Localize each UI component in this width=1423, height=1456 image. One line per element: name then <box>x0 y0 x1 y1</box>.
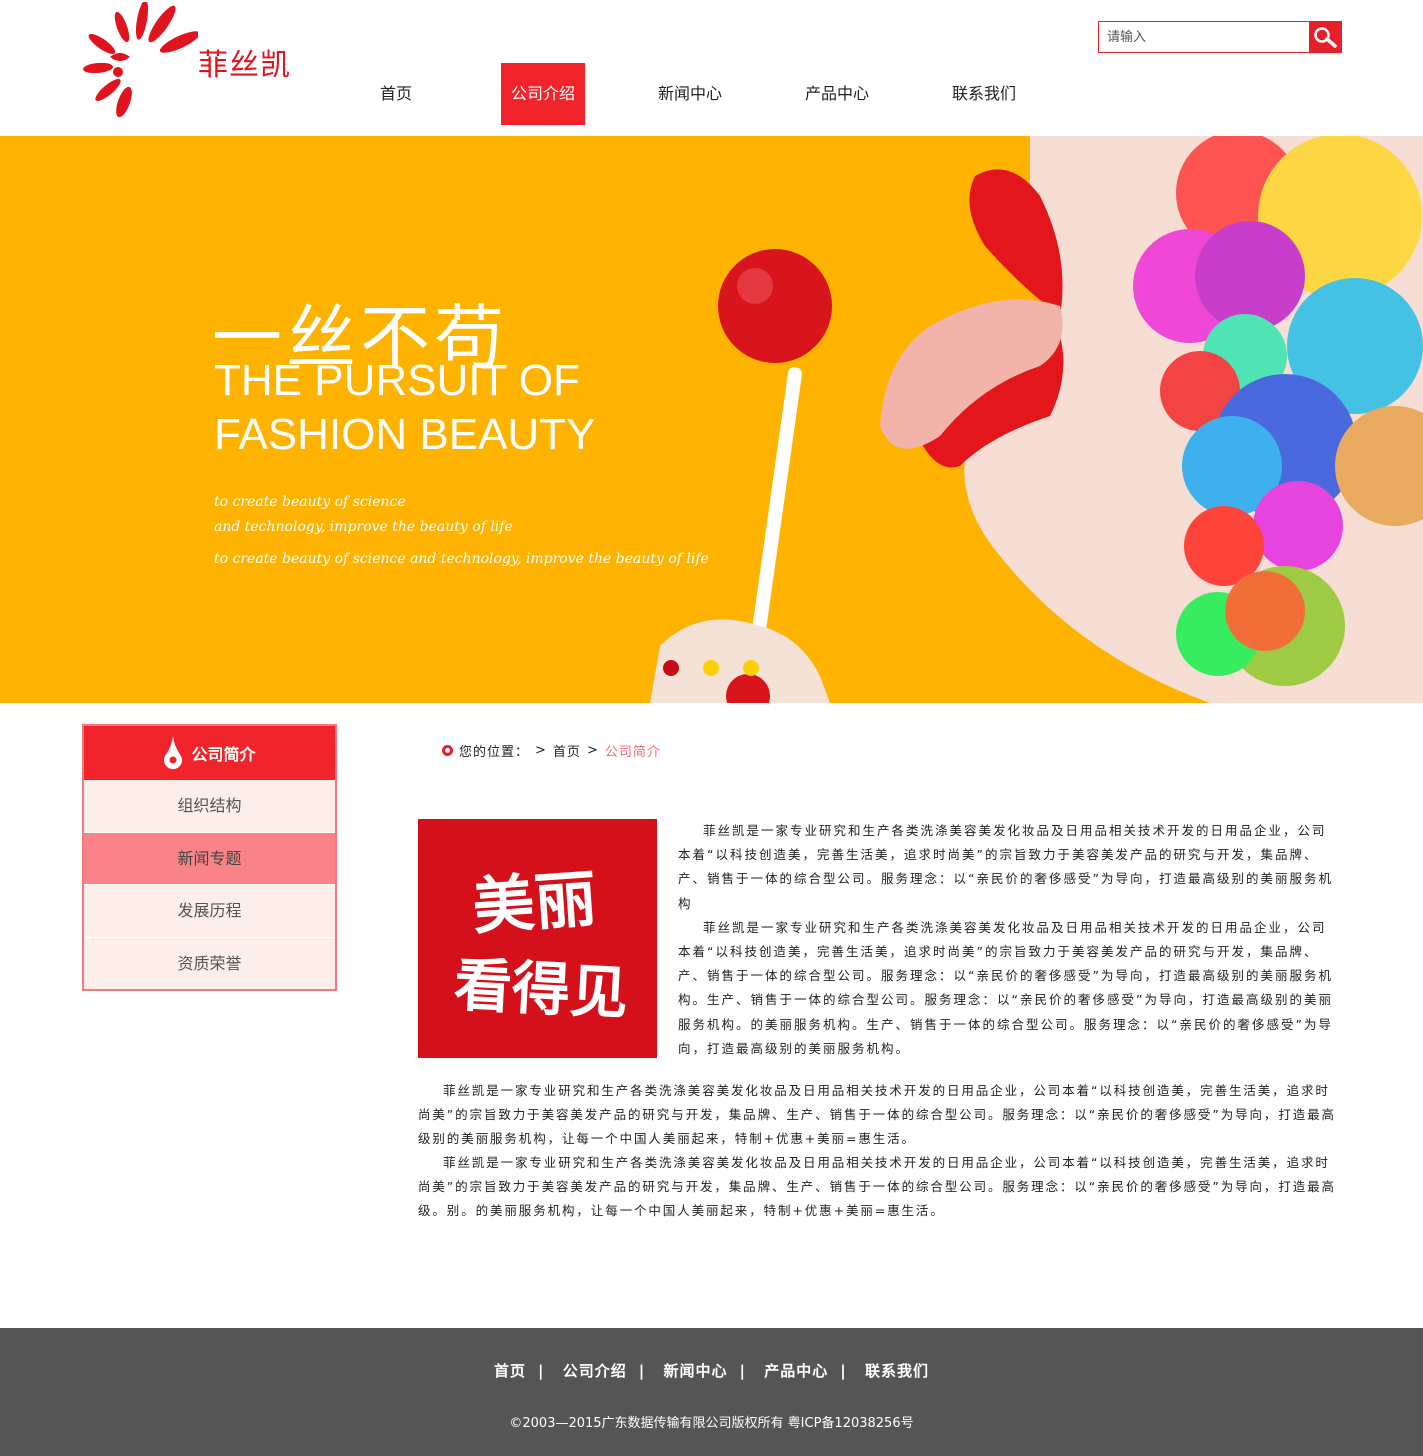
banner-dot-1[interactable] <box>663 660 679 676</box>
sidebar-title: 公司简介 <box>191 745 256 764</box>
intro-paragraph-2: 菲丝凯是一家专业研究和生产各类洗涤美容美发化妆品及日用品相关技术开发的日用品企业… <box>678 919 1333 1056</box>
search-button[interactable] <box>1309 22 1341 52</box>
footer-link-contact-us[interactable]: 联系我们 <box>865 1362 929 1380</box>
footer-link-home[interactable]: 首页 <box>494 1362 526 1380</box>
banner-title: THE PURSUIT OF FASHION BEAUTY <box>214 354 595 462</box>
svg-text:美丽: 美丽 <box>470 862 599 943</box>
footer-separator: | <box>739 1362 746 1380</box>
footer-link-product-center[interactable]: 产品中心 <box>764 1362 828 1380</box>
search-icon <box>1314 27 1337 48</box>
page: 菲丝凯 首页 公司介绍 新闻中心 产品中心 联系我们 <box>0 0 1423 1456</box>
drop-icon <box>164 736 183 770</box>
footer-link-news-center[interactable]: 新闻中心 <box>663 1362 727 1380</box>
copyright: ©2003—2015广东数据传输有限公司版权所有 粤ICP备12038256号 <box>509 1416 914 1431</box>
intro-paragraph-1: 菲丝凯是一家专业研究和生产各类洗涤美容美发化妆品及日用品相关技术开发的日用品企业… <box>678 823 1333 911</box>
brand-logo[interactable]: 菲丝凯 <box>80 2 320 120</box>
footer-link-company-intro[interactable]: 公司介绍 <box>563 1362 627 1380</box>
footer-separator: | <box>538 1362 545 1380</box>
sidebar-item-honors[interactable]: 资质荣誉 <box>84 938 335 991</box>
flower-logo-icon <box>83 2 198 118</box>
banner-sub-line3: to create beauty of science and technolo… <box>214 551 709 567</box>
search-box <box>1098 21 1342 53</box>
svg-text:看得见: 看得见 <box>452 951 629 1028</box>
banner-pagination <box>663 660 759 676</box>
breadcrumb-home[interactable]: 首页 <box>553 741 581 760</box>
brand-name: 菲丝凯 <box>198 48 291 83</box>
search-input[interactable] <box>1099 22 1309 52</box>
chevron-right-icon: > <box>535 743 547 758</box>
breadcrumb-current: 公司简介 <box>604 745 661 760</box>
banner-title-line1: THE PURSUIT OF <box>214 356 580 405</box>
footer-nav: 首页 | 公司介绍 | 新闻中心 | 产品中心 | 联系我们 <box>0 1360 1423 1381</box>
hero-banner: 一丝不苟 THE PURSUIT OF FASHION BEAUTY to cr… <box>0 136 1423 703</box>
nav-contact-us[interactable]: 联系我们 <box>942 63 1026 125</box>
main-nav: 首页 公司介绍 新闻中心 产品中心 联系我们 <box>354 63 1026 125</box>
detail-paragraph-1: 菲丝凯是一家专业研究和生产各类洗涤美容美发化妆品及日用品相关技术开发的日用品企业… <box>418 1083 1336 1146</box>
detail-text-block: 菲丝凯是一家专业研究和生产各类洗涤美容美发化妆品及日用品相关技术开发的日用品企业… <box>418 1079 1338 1223</box>
content-image: 美丽 看得见 <box>418 819 657 1058</box>
nav-news-center[interactable]: 新闻中心 <box>648 63 732 125</box>
banner-sub-line2: and technology, improve the beauty of li… <box>214 519 513 535</box>
location-icon <box>442 745 453 756</box>
nav-product-center[interactable]: 产品中心 <box>795 63 879 125</box>
breadcrumb-prefix: 您的位置： <box>459 745 530 760</box>
nav-company-intro[interactable]: 公司介绍 <box>501 63 585 125</box>
sidebar-item-history[interactable]: 发展历程 <box>84 885 335 938</box>
calligraphy-image: 美丽 看得见 <box>418 819 657 1058</box>
sidebar: 公司简介 组织结构 新闻专题 发展历程 资质荣誉 <box>82 724 337 991</box>
intro-text-block: 菲丝凯是一家专业研究和生产各类洗涤美容美发化妆品及日用品相关技术开发的日用品企业… <box>678 819 1338 1061</box>
footer-separator: | <box>840 1362 847 1380</box>
sidebar-item-organization[interactable]: 组织结构 <box>84 780 335 833</box>
sidebar-header: 公司简介 <box>84 726 335 780</box>
breadcrumb: 您的位置： > 首页 > 公司简介 <box>442 741 661 760</box>
sidebar-item-news-topics[interactable]: 新闻专题 <box>84 832 335 885</box>
footer-separator: | <box>638 1362 646 1380</box>
banner-dot-3[interactable] <box>743 660 759 676</box>
banner-dot-2[interactable] <box>703 660 719 676</box>
banner-sub-line1: to create beauty of science <box>214 494 406 510</box>
banner-title-line2: FASHION BEAUTY <box>214 410 596 459</box>
nav-home[interactable]: 首页 <box>354 63 438 125</box>
chevron-right-icon: > <box>586 743 599 758</box>
detail-paragraph-2: 菲丝凯是一家专业研究和生产各类洗涤美容美发化妆品及日用品相关技术开发的日用品企业… <box>418 1155 1336 1218</box>
footer <box>0 1328 1423 1456</box>
